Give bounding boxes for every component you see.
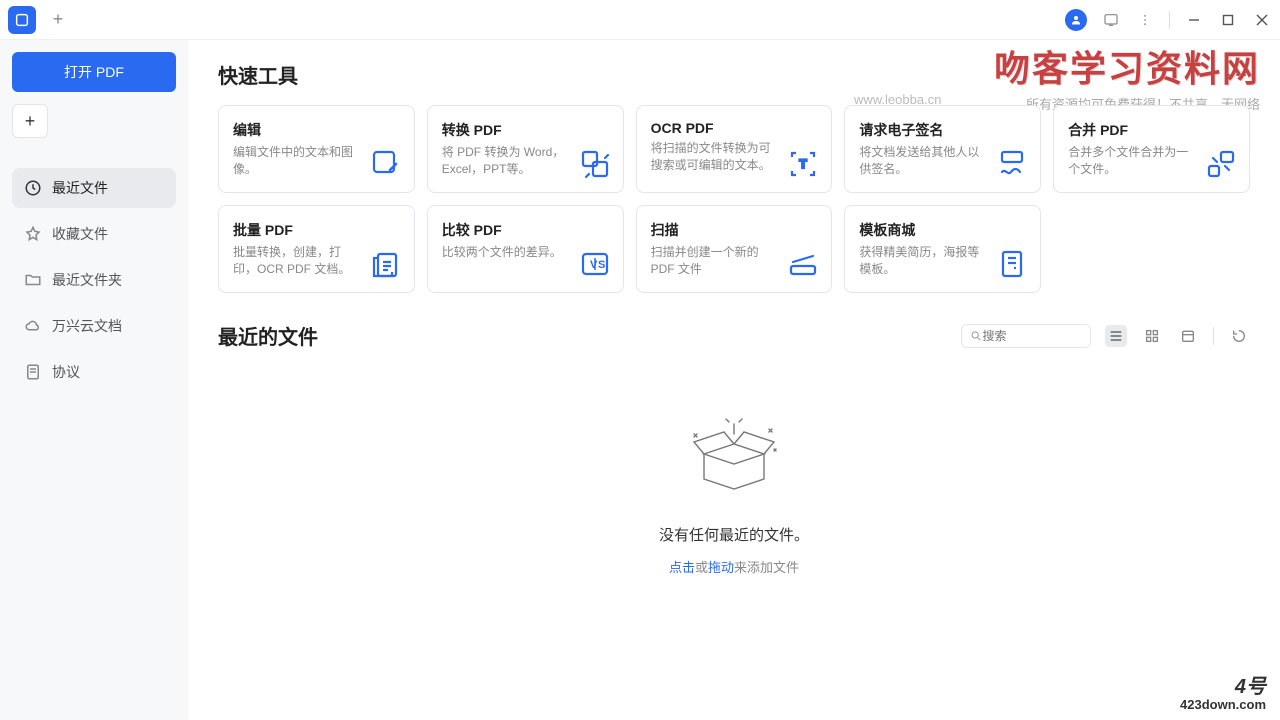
tool-card-desc: 比较两个文件的差异。 [442, 244, 572, 261]
calendar-view-button[interactable] [1177, 325, 1199, 347]
tool-card-title: 合并 PDF [1068, 120, 1235, 140]
svg-text:S: S [598, 259, 605, 271]
tool-compare[interactable]: 比较 PDF 比较两个文件的差异。 VS [427, 205, 624, 293]
tool-card-desc: 获得精美简历，海报等模板。 [859, 244, 989, 278]
tool-card-desc: 将扫描的文件转换为可搜索或可编辑的文本。 [651, 140, 781, 174]
sidebar-item-label: 收藏文件 [52, 224, 108, 244]
search-input[interactable] [982, 329, 1082, 343]
empty-state: 没有任何最近的文件。 点击或拖动来添加文件 [218, 364, 1250, 576]
svg-text:V: V [590, 259, 598, 271]
empty-title: 没有任何最近的文件。 [659, 524, 809, 545]
minimize-button[interactable] [1184, 10, 1204, 30]
titlebar: + [0, 0, 1280, 40]
sidebar-item-label: 最近文件夹 [52, 270, 122, 290]
maximize-button[interactable] [1218, 10, 1238, 30]
watermark-bottom: 4号 423down.com [1180, 676, 1266, 712]
edit-icon [370, 148, 402, 180]
compare-icon: VS [579, 248, 611, 280]
tool-card-desc: 批量转换，创建，打印，OCR PDF 文档。 [233, 244, 363, 278]
merge-icon [1205, 148, 1237, 180]
tool-edit[interactable]: 编辑 编辑文件中的文本和图像。 [218, 105, 415, 193]
tool-ocr[interactable]: OCR PDF 将扫描的文件转换为可搜索或可编辑的文本。 T [636, 105, 833, 193]
star-icon [24, 225, 42, 243]
feedback-icon[interactable] [1101, 10, 1121, 30]
sidebar-item-label: 最近文件 [52, 178, 108, 198]
tool-scan[interactable]: 扫描 扫描并创建一个新的 PDF 文件 [636, 205, 833, 293]
tool-convert[interactable]: 转换 PDF 将 PDF 转换为 Word，Excel，PPT等。 [427, 105, 624, 193]
tool-card-desc: 将文档发送给其他人以供签名。 [859, 144, 989, 178]
clock-icon [24, 179, 42, 197]
tool-batch[interactable]: 批量 PDF 批量转换，创建，打印，OCR PDF 文档。 [218, 205, 415, 293]
svg-text:T: T [800, 157, 808, 171]
tool-card-desc: 将 PDF 转换为 Word，Excel，PPT等。 [442, 144, 572, 178]
close-button[interactable] [1252, 10, 1272, 30]
document-icon [24, 363, 42, 381]
main-content: 吻客学习资料网 www.leobba.cn 所有资源均可免费获得！不共享、无网络… [188, 40, 1280, 720]
empty-drag-link[interactable]: 拖动 [708, 560, 734, 575]
tool-card-title: OCR PDF [651, 120, 818, 136]
empty-click-link[interactable]: 点击 [669, 560, 695, 575]
home-tab[interactable] [8, 6, 36, 34]
tools-more-button[interactable]: ··· [1226, 64, 1250, 85]
tools-section-title: 快速工具 [218, 60, 298, 89]
tool-templates[interactable]: 模板商城 获得精美简历，海报等模板。 [844, 205, 1041, 293]
tool-card-desc: 编辑文件中的文本和图像。 [233, 144, 363, 178]
tool-card-title: 转换 PDF [442, 120, 609, 140]
divider [1213, 327, 1214, 345]
sidebar-item-folders[interactable]: 最近文件夹 [12, 260, 176, 300]
tool-card-title: 请求电子签名 [859, 120, 1026, 140]
signature-icon [996, 148, 1028, 180]
sidebar-item-label: 万兴云文档 [52, 316, 122, 336]
ocr-icon: T [787, 148, 819, 180]
empty-hint: 点击或拖动来添加文件 [669, 557, 799, 576]
new-tab-button[interactable]: + [46, 8, 70, 32]
search-box[interactable] [961, 324, 1091, 348]
batch-icon [370, 248, 402, 280]
tool-sign[interactable]: 请求电子签名 将文档发送给其他人以供签名。 [844, 105, 1041, 193]
sidebar-item-recent[interactable]: 最近文件 [12, 168, 176, 208]
open-pdf-button[interactable]: 打开 PDF [12, 52, 176, 92]
refresh-button[interactable] [1228, 325, 1250, 347]
create-new-button[interactable]: + [12, 104, 48, 138]
search-icon [970, 329, 982, 343]
convert-icon [579, 148, 611, 180]
sidebar-item-label: 协议 [52, 362, 80, 382]
cloud-icon [24, 317, 42, 335]
menu-dots-icon[interactable] [1135, 10, 1155, 30]
tool-card-title: 批量 PDF [233, 220, 400, 240]
empty-box-icon [674, 404, 794, 504]
tool-grid: 编辑 编辑文件中的文本和图像。 转换 PDF 将 PDF 转换为 Word，Ex… [218, 105, 1250, 293]
sidebar-item-favorites[interactable]: 收藏文件 [12, 214, 176, 254]
scanner-icon [787, 248, 819, 280]
list-view-button[interactable] [1105, 325, 1127, 347]
template-icon [996, 248, 1028, 280]
tool-card-title: 编辑 [233, 120, 400, 140]
grid-view-button[interactable] [1141, 325, 1163, 347]
tool-merge[interactable]: 合并 PDF 合并多个文件合并为一个文件。 [1053, 105, 1250, 193]
tool-card-title: 比较 PDF [442, 220, 609, 240]
divider [1169, 11, 1170, 29]
tool-card-desc: 合并多个文件合并为一个文件。 [1068, 144, 1198, 178]
sidebar: 打开 PDF + 最近文件 收藏文件 最近文件夹 万兴云文档 协议 [0, 40, 188, 720]
recent-section-title: 最近的文件 [218, 321, 318, 350]
tool-card-title: 模板商城 [859, 220, 1026, 240]
account-avatar[interactable] [1065, 9, 1087, 31]
sidebar-item-agreement[interactable]: 协议 [12, 352, 176, 392]
folder-icon [24, 271, 42, 289]
tool-card-desc: 扫描并创建一个新的 PDF 文件 [651, 244, 781, 278]
tool-card-title: 扫描 [651, 220, 818, 240]
sidebar-item-cloud[interactable]: 万兴云文档 [12, 306, 176, 346]
